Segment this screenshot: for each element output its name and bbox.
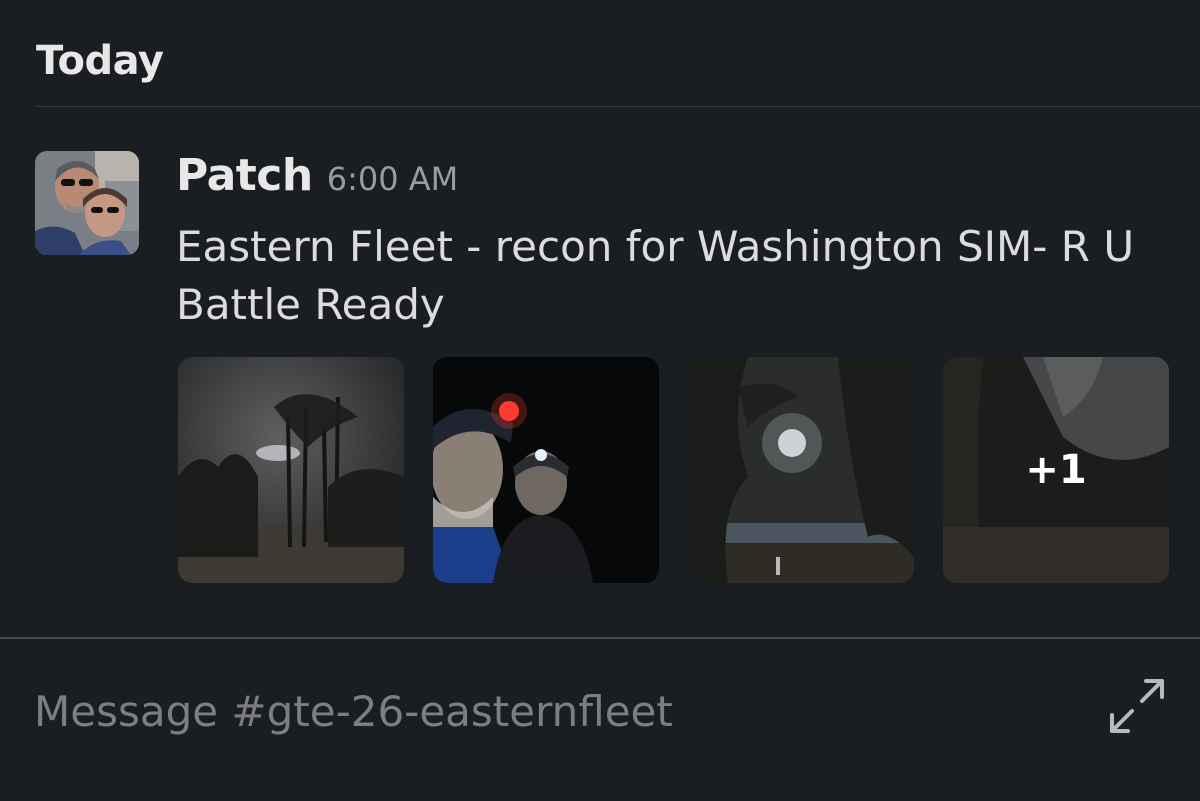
day-divider-line xyxy=(36,106,1200,107)
attachment-thumbnail-2[interactable] xyxy=(433,357,659,583)
more-attachments-badge[interactable]: +1 xyxy=(943,357,1169,583)
attachment-thumbnail-3[interactable] xyxy=(688,357,914,583)
moonlit-lake-photo-icon xyxy=(688,357,914,583)
day-divider-label: Today xyxy=(36,38,164,84)
message-composer[interactable]: Message #gte-26-easternfleet xyxy=(0,639,1200,801)
night-trees-photo-icon xyxy=(178,357,404,583)
attachment-gallery: +1 xyxy=(178,357,1169,583)
sender-name[interactable]: Patch xyxy=(176,150,313,201)
expand-icon[interactable] xyxy=(1104,673,1170,739)
avatar[interactable] xyxy=(35,151,139,255)
attachment-thumbnail-1[interactable] xyxy=(178,357,404,583)
headlamp-selfie-photo-icon xyxy=(433,357,659,583)
message-input[interactable]: Message #gte-26-easternfleet xyxy=(34,687,673,736)
message-header: Patch 6:00 AM xyxy=(176,150,458,201)
message-timestamp[interactable]: 6:00 AM xyxy=(327,160,459,198)
message-text: Eastern Fleet - recon for Washington SIM… xyxy=(176,222,1135,329)
couple-selfie-avatar-icon xyxy=(35,151,139,255)
attachment-thumbnail-4[interactable]: +1 xyxy=(943,357,1169,583)
channel-view: Today Patch 6:00 AM Eastern Fleet - reco… xyxy=(0,0,1200,801)
